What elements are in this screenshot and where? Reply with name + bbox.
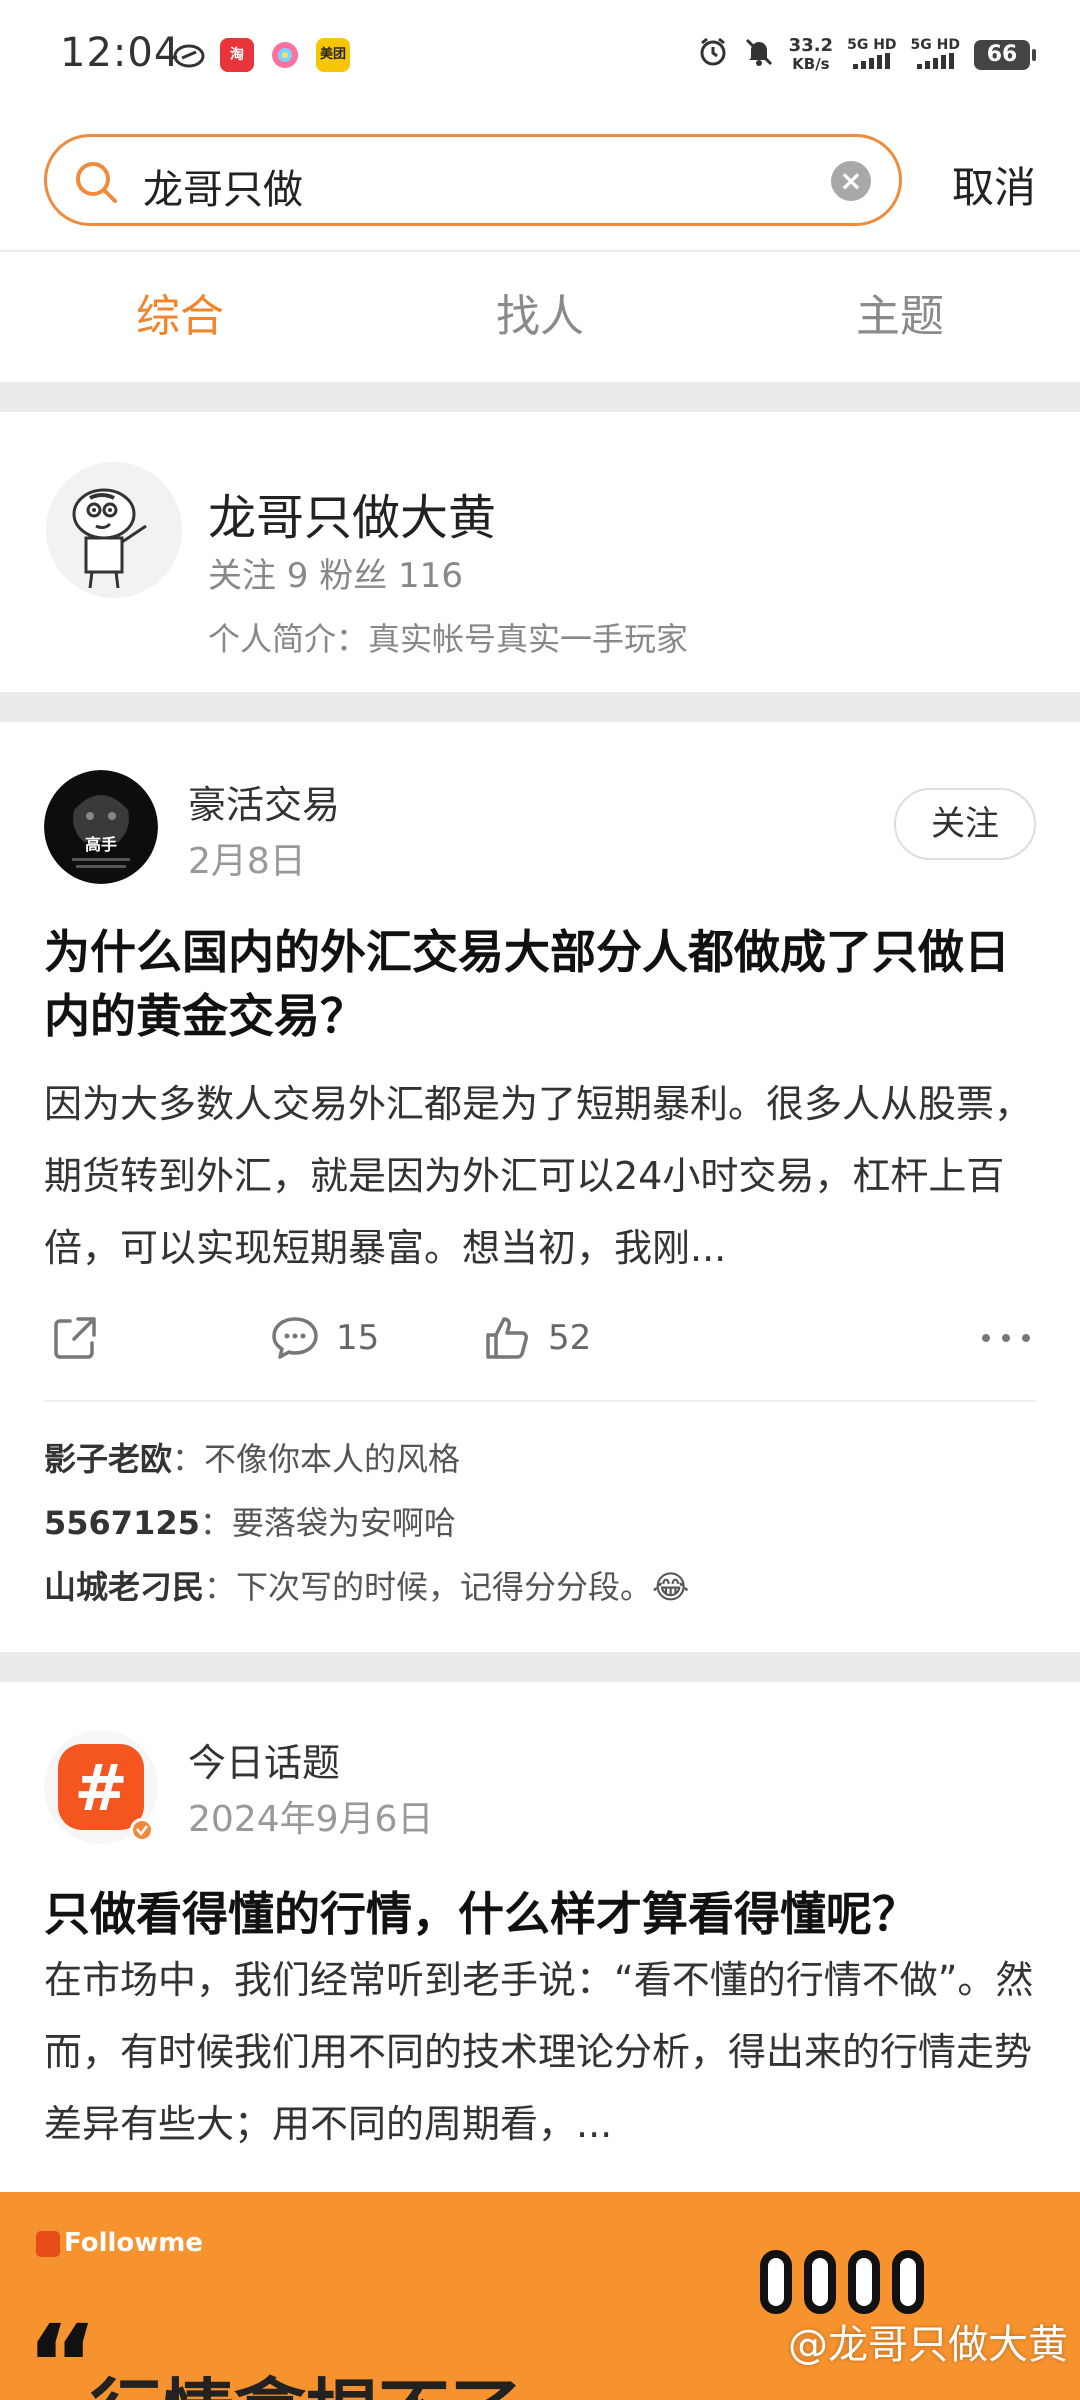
search-input[interactable]: 龙哥只做 × [44,134,902,226]
quote-mark: “ [26,2301,99,2400]
signal-bars-icon [916,52,954,69]
section-gap [0,382,1080,412]
cancel-button[interactable]: 取消 [952,154,1036,215]
comment-user[interactable]: 影子老欧 [44,1440,172,1478]
banner-logo-text: Followme [64,2228,204,2258]
comment-count: 15 [336,1318,380,1358]
avatar[interactable]: 高手 [44,770,158,884]
signal-label: 5G HD [847,36,897,53]
banner-headline: 行情拿捏不了 [90,2354,522,2400]
photo-app-icon [268,38,302,72]
follow-button[interactable]: 关注 [894,788,1036,860]
tab-topics[interactable]: 主题 [720,252,1080,382]
search-bar: 龙哥只做 × 取消 [0,128,1080,238]
post-body[interactable]: 在市场中，我们经常听到老手说：“看不懂的行情不做”。然而，有时候我们用不同的技术… [44,1944,1044,2160]
comment-user[interactable]: 山城老刁民 [44,1568,204,1606]
mute-icon [743,36,775,73]
post-author[interactable]: 豪活交易 [188,774,340,829]
signal-label: 5G HD [910,36,960,53]
speed-unit: KB/s [792,54,830,73]
alarm-icon [697,36,729,73]
search-query: 龙哥只做 [143,167,303,213]
comment-icon [272,1317,318,1359]
avatar[interactable]: # [44,1730,158,1844]
search-icon [76,162,117,203]
banner-logo: Followme [36,2228,203,2258]
comment-text: ：要落袋为安啊哈 [199,1504,456,1542]
avatar-caption: 高手 [85,835,117,854]
post-title[interactable]: 只做看得懂的行情，什么样才算看得懂呢？ [44,1882,1034,1946]
post-card[interactable]: # 今日话题 2024年9月6日 只做看得懂的行情，什么样才算看得懂呢？ 在市场… [0,1682,1080,2192]
post-title[interactable]: 为什么国内的外汇交易大部分人都做成了只做日内的黄金交易？ [44,920,1034,1048]
battery-level: 66 [986,41,1018,67]
status-app-icons: 淘 美团 [172,38,350,72]
user-bio: 个人简介：真实帐号真实一手玩家 [208,620,689,658]
comment-text: ：不像你本人的风格 [172,1440,461,1478]
signal-bars-icon [853,52,891,69]
comment-text: ：下次写的时候，记得分分段。😂 [204,1568,690,1606]
battery-icon: 66 [974,39,1036,70]
followme-logo-icon [36,2230,60,2257]
signal-sim2: 5G HD [911,37,960,73]
hashtag-icon: # [74,1752,128,1826]
speed-value: 33.2 [788,34,834,56]
tab-bar: 综合 找人 主题 [0,252,1080,382]
post-actions: 15 52 [0,1298,1080,1378]
post-body[interactable]: 因为大多数人交易外汇都是为了短期暴利。很多人从股票，期货转到外汇，就是因为外汇可… [44,1068,1044,1284]
status-indicators: 33.2 KB/s 5G HD 5G HD 66 [697,34,1036,73]
user-name: 龙哥只做大黄 [208,490,497,546]
network-speed: 33.2 KB/s [788,34,834,73]
user-follow-stats: 关注 9 粉丝 116 [208,556,463,596]
tab-comprehensive[interactable]: 综合 [0,252,360,382]
tab-people[interactable]: 找人 [360,252,720,382]
divider [44,1400,1036,1402]
status-time: 12:04 [60,30,181,76]
promo-banner[interactable]: Followme “ 行情拿捏不了 @龙哥只做大黄 [0,2192,1080,2400]
status-bar: 12:04 淘 美团 33.2 KB/s 5G HD 5G HD 66 [0,0,1080,112]
post-author[interactable]: 今日话题 [188,1732,340,1787]
thumbs-up-icon [486,1317,528,1359]
post-date: 2024年9月6日 [188,1799,434,1840]
comment-item[interactable]: 山城老刁民：下次写的时候，记得分分段。😂 [44,1562,689,1608]
clear-icon[interactable]: × [831,161,871,201]
like-button[interactable]: 52 [480,1298,591,1378]
section-gap [0,692,1080,722]
comment-button[interactable]: 15 [268,1298,379,1378]
share-button[interactable] [48,1298,102,1378]
comment-user[interactable]: 5567125 [44,1504,200,1542]
avatar[interactable] [46,462,182,598]
meituan-icon: 美团 [316,38,350,72]
weibo-icon [172,38,206,72]
like-count: 52 [548,1318,592,1358]
post-date: 2月8日 [188,841,306,882]
comment-item[interactable]: 影子老欧：不像你本人的风格 [44,1434,460,1480]
banner-decoration [760,2250,924,2314]
taobao-icon: 淘 [220,38,254,72]
share-icon [54,1317,96,1359]
post-card[interactable]: 高手 豪活交易 2月8日 关注 为什么国内的外汇交易大部分人都做成了只做日内的黄… [0,722,1080,1652]
user-result-card[interactable]: 龙哥只做大黄 关注 9 粉丝 116 个人简介：真实帐号真实一手玩家 [0,412,1080,692]
section-gap [0,1652,1080,1682]
comment-item[interactable]: 5567125：要落袋为安啊哈 [44,1498,456,1544]
watermark: @龙哥只做大黄 [788,2322,1068,2368]
more-options-icon[interactable] [976,1320,1036,1356]
signal-sim1: 5G HD [847,36,897,73]
